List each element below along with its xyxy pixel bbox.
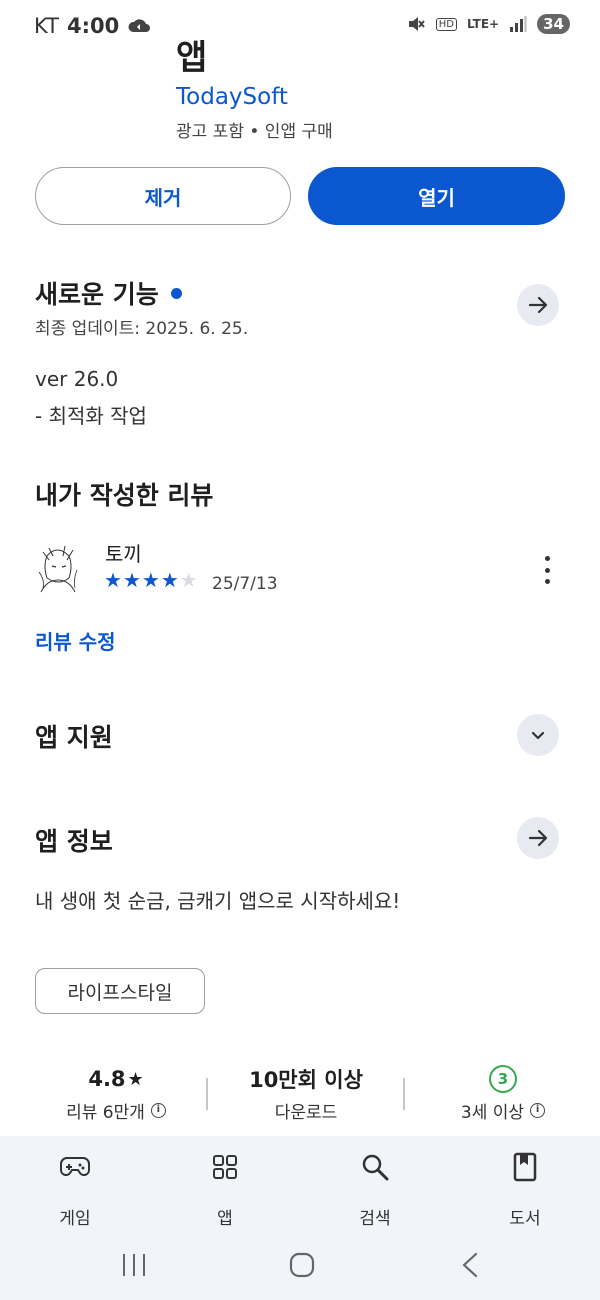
version-text: ver 26.0 — [35, 367, 119, 391]
star-empty-icon: ★ — [179, 568, 198, 592]
signal-icon — [510, 16, 527, 32]
about-arrow-button[interactable] — [517, 817, 559, 859]
kebab-dot — [544, 567, 550, 573]
star-filled-icon: ★ — [160, 568, 179, 592]
star-filled-icon: ★ — [104, 568, 122, 592]
nav-label: 게임 — [59, 1209, 91, 1229]
whats-new-title: 새로운 기능 — [35, 280, 159, 309]
search-icon — [362, 1154, 389, 1181]
about-title[interactable]: 앱 정보 — [35, 822, 113, 858]
review-more-button[interactable] — [540, 556, 554, 584]
star-filled-icon: ★ — [141, 568, 160, 592]
back-icon[interactable] — [458, 1252, 482, 1278]
bottom-navigation: 게임 앱 검색 도서 — [0, 1136, 600, 1232]
info-icon[interactable]: i — [530, 1103, 546, 1118]
review-date: 25/7/13 — [212, 574, 278, 594]
downloads-label: 다운로드 — [274, 1103, 338, 1123]
edit-review-link[interactable]: 리뷰 수정 — [35, 626, 116, 655]
rating-stat: 4.8 ★ 리뷰 6만개 i — [26, 1064, 206, 1123]
uninstall-button[interactable]: 제거 — [35, 167, 291, 225]
stat-divider — [206, 1078, 208, 1110]
kebab-dot — [544, 556, 550, 561]
status-right: HD LTE+ 34 — [406, 14, 570, 34]
home-icon[interactable] — [288, 1252, 316, 1278]
gamepad-icon — [60, 1157, 90, 1176]
hd-voice-icon: HD — [435, 17, 458, 31]
developer-link[interactable]: TodaySoft — [176, 84, 288, 110]
system-navigation-bar — [0, 1232, 600, 1300]
age-label: 3세 이상 — [460, 1103, 525, 1123]
my-review-title: 내가 작성한 리뷰 — [35, 481, 214, 510]
app-description: 내 생애 첫 순금, 금캐기 앱으로 시작하세요! — [35, 889, 401, 913]
nav-item-apps[interactable]: 앱 — [175, 1150, 275, 1229]
rating-value: 4.8 — [88, 1067, 126, 1091]
rating-stat-value: 4.8 ★ — [26, 1064, 206, 1094]
age-rating-stat: 3 3세 이상 i — [413, 1064, 593, 1123]
info-icon[interactable]: i — [150, 1103, 166, 1118]
review-rating: ★ ★ ★ ★ ★ — [104, 569, 198, 591]
nav-item-search[interactable]: 검색 — [325, 1150, 425, 1229]
rating-label: 리뷰 6만개 — [66, 1103, 145, 1123]
reviewer-avatar — [38, 545, 78, 593]
cloud-sync-icon — [128, 19, 151, 32]
age-rating-stat-label: 3세 이상 i — [413, 1098, 593, 1123]
nav-item-books[interactable]: 도서 — [475, 1150, 575, 1229]
age-rating-badge: 3 — [489, 1065, 517, 1093]
stat-divider — [403, 1078, 405, 1110]
nav-label: 앱 — [217, 1209, 233, 1229]
whats-new-arrow-button[interactable] — [517, 284, 559, 326]
book-icon — [513, 1152, 537, 1182]
network-type: LTE+ — [467, 17, 500, 31]
app-support-expand-button[interactable] — [517, 714, 559, 756]
reviewer-name: 토끼 — [105, 542, 142, 566]
nav-label: 검색 — [359, 1209, 391, 1229]
star-filled-icon: ★ — [122, 568, 141, 592]
apps-grid-icon — [213, 1155, 237, 1179]
downloads-stat: 10만회 이상 다운로드 — [216, 1064, 396, 1123]
age-rating-badge-wrap: 3 — [413, 1064, 593, 1094]
nav-item-games[interactable]: 게임 — [25, 1150, 125, 1229]
arrow-right-icon — [528, 296, 548, 314]
open-button[interactable]: 열기 — [308, 167, 565, 225]
carrier-label: KT — [34, 14, 59, 38]
app-meta: 광고 포함 • 인앱 구매 — [176, 122, 333, 142]
app-title: 앱 — [176, 38, 208, 74]
app-support-title[interactable]: 앱 지원 — [35, 718, 113, 754]
nav-label: 도서 — [509, 1209, 541, 1229]
rating-stat-label: 리뷰 6만개 i — [26, 1098, 206, 1123]
star-icon: ★ — [127, 1068, 144, 1090]
battery-indicator: 34 — [537, 14, 570, 34]
status-left: KT 4:00 — [34, 14, 151, 38]
release-notes: - 최적화 작업 — [35, 404, 147, 428]
new-indicator-dot — [170, 287, 182, 299]
clock: 4:00 — [66, 14, 120, 38]
kebab-dot — [544, 579, 550, 584]
downloads-value: 10만회 이상 — [249, 1068, 363, 1092]
status-bar: KT 4:00 HD LTE+ 34 — [0, 0, 600, 52]
category-chip[interactable]: 라이프스타일 — [35, 968, 205, 1014]
last-updated: 최종 업데이트: 2025. 6. 25. — [35, 319, 249, 339]
mute-icon — [408, 17, 425, 31]
recent-apps-icon[interactable] — [120, 1252, 148, 1278]
chevron-down-icon — [531, 731, 545, 740]
arrow-right-icon — [528, 829, 548, 847]
whats-new-header[interactable]: 새로운 기능 — [35, 275, 182, 311]
